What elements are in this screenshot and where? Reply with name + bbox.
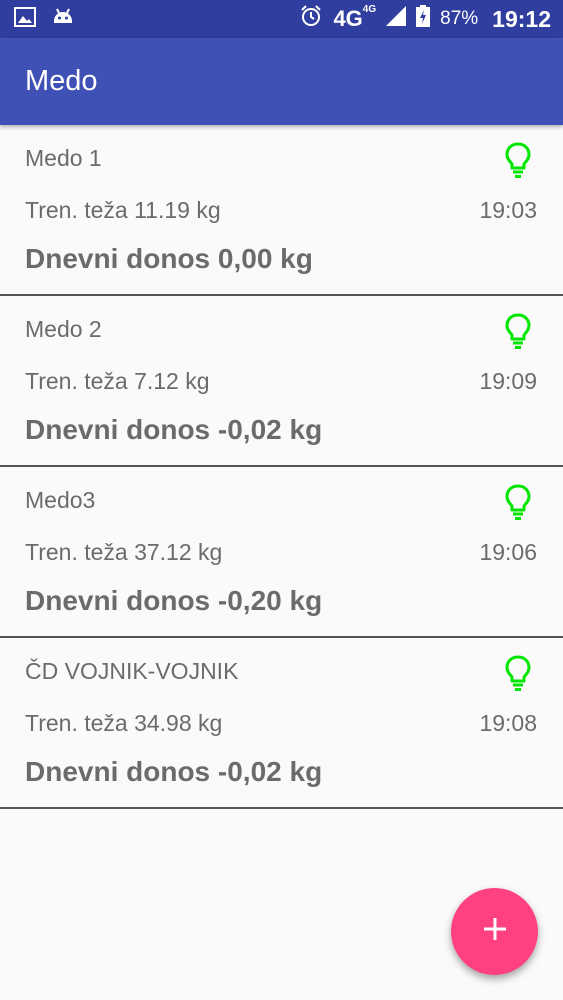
device-time: 19:03 — [479, 197, 537, 223]
device-name: Medo3 — [25, 487, 96, 513]
device-time: 19:09 — [479, 368, 537, 394]
list-item[interactable]: Medo 2 Tren. teža 7.12 kg 19:09 Dnevni d… — [0, 296, 563, 467]
device-time: 19:08 — [479, 710, 537, 736]
device-time: 19:06 — [479, 539, 537, 565]
device-daily-yield: Dnevni donos -0,02 kg — [25, 414, 323, 445]
plus-icon — [482, 916, 508, 947]
device-name: Medo 1 — [25, 145, 102, 171]
battery-icon — [416, 5, 431, 33]
android-icon — [52, 7, 74, 32]
network-small-label: 4G — [362, 4, 377, 15]
list-item[interactable]: ČD VOJNIK-VOJNIK Tren. teža 34.98 kg 19:… — [0, 638, 563, 809]
network-label: 4G — [333, 6, 363, 31]
list-item[interactable]: Medo3 Tren. teža 37.12 kg 19:06 Dnevni d… — [0, 467, 563, 638]
app-bar: Medo — [0, 38, 563, 125]
device-daily-yield: Dnevni donos -0,02 kg — [25, 756, 323, 787]
alarm-icon — [299, 4, 323, 34]
status-clock: 19:12 — [492, 5, 551, 32]
device-name: ČD VOJNIK-VOJNIK — [25, 658, 239, 684]
lightbulb-icon — [503, 312, 533, 350]
device-weight: Tren. teža 11.19 kg — [25, 197, 221, 223]
lightbulb-icon — [503, 483, 533, 521]
status-bar: 4G4G 87% 19:12 — [0, 0, 563, 38]
battery-percent: 87% — [440, 8, 479, 29]
network-type: 4G4G — [333, 4, 377, 32]
device-daily-yield: Dnevni donos -0,20 kg — [25, 585, 323, 616]
gallery-icon — [14, 6, 36, 32]
device-weight: Tren. teža 37.12 kg — [25, 539, 223, 565]
lightbulb-icon — [503, 141, 533, 179]
device-daily-yield: Dnevni donos 0,00 kg — [25, 243, 313, 274]
device-weight: Tren. teža 34.98 kg — [25, 710, 223, 736]
signal-icon — [386, 6, 407, 32]
device-name: Medo 2 — [25, 316, 102, 342]
add-button[interactable] — [451, 888, 538, 975]
device-weight: Tren. teža 7.12 kg — [25, 368, 210, 394]
device-list: Medo 1 Tren. teža 11.19 kg 19:03 Dnevni … — [0, 125, 563, 809]
lightbulb-icon — [503, 654, 533, 692]
list-item[interactable]: Medo 1 Tren. teža 11.19 kg 19:03 Dnevni … — [0, 125, 563, 296]
app-title: Medo — [25, 65, 98, 97]
